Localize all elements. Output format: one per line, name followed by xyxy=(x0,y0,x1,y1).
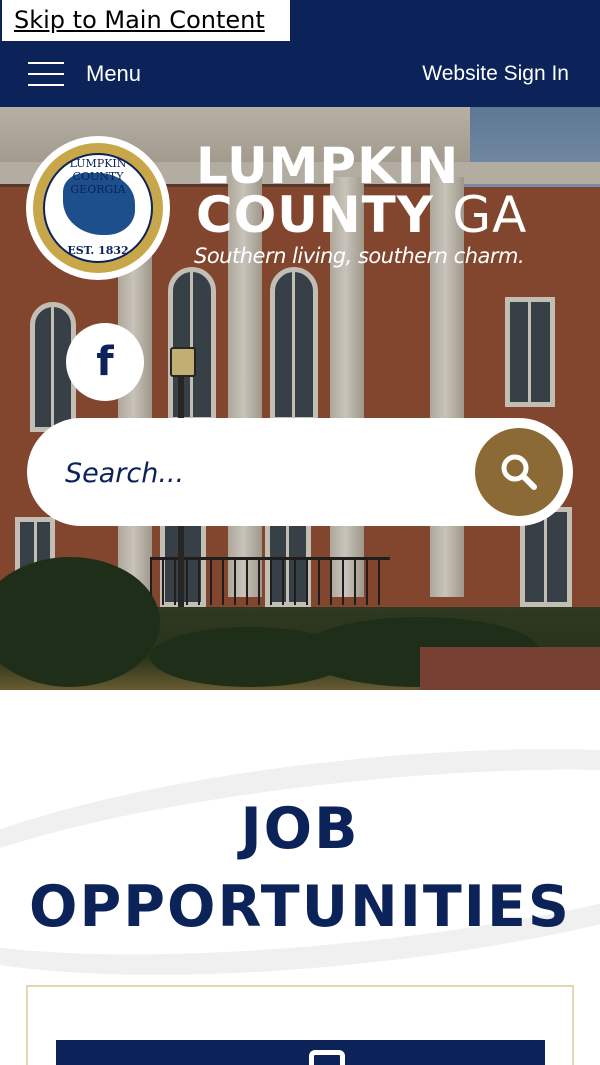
main-content: JOB OPPORTUNITIES xyxy=(0,690,600,1065)
menu-button[interactable]: Menu xyxy=(28,41,141,107)
top-nav-bar: Menu Website Sign In xyxy=(0,41,600,107)
hamburger-icon xyxy=(28,62,64,86)
search-icon xyxy=(501,454,537,490)
search-button[interactable] xyxy=(475,428,563,516)
skip-to-main-content-link[interactable]: Skip to Main Content xyxy=(2,0,290,41)
logo-tagline: Southern living, southern charm. xyxy=(194,244,525,268)
menu-label: Menu xyxy=(86,61,142,86)
facebook-icon: f xyxy=(96,339,114,385)
website-sign-in-link[interactable]: Website Sign In xyxy=(422,41,569,107)
briefcase-icon xyxy=(309,1050,345,1065)
search-input[interactable] xyxy=(63,418,487,528)
page-title: JOB OPPORTUNITIES xyxy=(29,796,571,940)
logo-text-line2: COUNTY GA xyxy=(196,186,528,244)
facebook-link[interactable]: f xyxy=(66,323,144,401)
card-header-bar[interactable] xyxy=(56,1040,545,1065)
job-listing-card xyxy=(26,985,574,1065)
county-seal-logo[interactable]: LUMPKIN COUNTY GEORGIA EST. 1832 xyxy=(26,136,170,280)
seal-top-text: LUMPKIN COUNTY GEORGIA xyxy=(69,157,127,196)
search-bar xyxy=(27,418,573,528)
seal-bottom-text: EST. 1832 xyxy=(67,244,129,257)
